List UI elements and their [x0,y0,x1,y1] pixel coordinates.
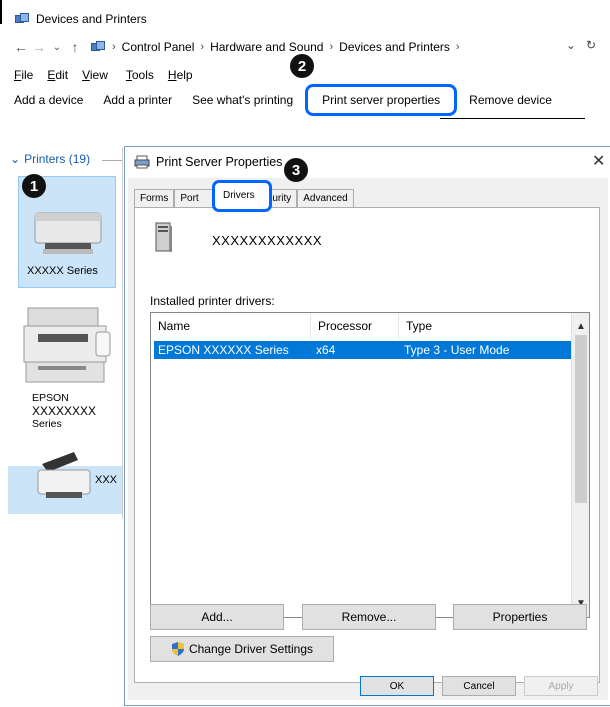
refresh-icon[interactable]: ↻ [586,38,596,52]
printer-1-label: XXXXX Series [27,265,98,277]
column-type[interactable]: Type [399,313,571,339]
scroll-thumb[interactable] [575,335,587,503]
uac-shield-icon [171,642,184,656]
printer-small-icon [134,155,150,169]
drivers-list[interactable]: Name Processor Type EPSON XXXXXX Series … [150,312,590,618]
breadcrumb: › Control Panel › Hardware and Sound › D… [90,40,460,54]
printer-2-label-line2: XXXXXXXX [32,404,97,418]
tab-drivers[interactable]: Drivers [212,180,272,212]
tab-forms[interactable]: Forms [134,189,175,207]
breadcrumb-separator-icon[interactable]: › [329,41,333,53]
add-driver-button[interactable]: Add... [150,604,284,630]
row-name: EPSON XXXXXX Series [158,343,289,357]
see-printing-button[interactable]: See what's printing [192,93,293,107]
menu-edit[interactable]: Edit [47,68,68,82]
control-panel-icon [90,40,106,54]
printer-icon [34,212,102,254]
printer-3-label: XXX [95,474,118,486]
column-processor[interactable]: Processor [311,313,399,339]
step-badge-1: 1 [22,174,46,198]
change-driver-settings-button[interactable]: Change Driver Settings [150,636,334,662]
toolbar-divider [440,118,585,119]
menu-bar: File Edit View Tools Help [14,68,193,82]
printer-2-label: EPSON XXXXXXXX Series [32,392,96,431]
window-title-bar: Devices and Printers [14,12,147,26]
pane-divider [122,148,123,518]
list-header: Name Processor Type [151,313,571,339]
print-server-properties-button[interactable]: Print server properties [305,84,458,116]
tab-advanced[interactable]: Advanced [297,189,354,207]
step-badge-3: 3 [284,158,308,182]
menu-help[interactable]: Help [168,68,193,82]
scrollbar[interactable]: ▲ ▼ [571,313,589,617]
installed-drivers-label: Installed printer drivers: [150,294,275,308]
printer-2-label-line3: Series [32,418,62,430]
printers-group-header[interactable]: ⌄ Printers (19) [10,152,90,166]
recent-chevron-icon[interactable]: ⌄ [48,42,66,53]
scroll-up-icon[interactable]: ▲ [576,321,586,332]
printers-group-label: Printers (19) [24,152,91,166]
step-badge-2: 2 [290,54,314,78]
breadcrumb-hardware-sound[interactable]: Hardware and Sound [210,40,323,54]
server-icon [155,222,172,252]
add-printer-button[interactable]: Add a printer [103,93,172,107]
multifunction-printer-icon[interactable] [18,304,114,386]
menu-file[interactable]: File [14,68,33,82]
up-arrow-icon[interactable]: ↑ [66,39,84,55]
window-left-border [0,0,2,24]
change-driver-settings-label: Change Driver Settings [188,642,314,656]
dialog-title: Print Server Properties [156,155,283,169]
menu-view[interactable]: View [82,68,108,82]
command-toolbar: Add a device Add a printer See what's pr… [14,84,572,116]
driver-properties-button[interactable]: Properties [453,604,587,630]
remove-device-button[interactable]: Remove device [469,93,552,107]
table-row[interactable]: EPSON XXXXXX Series x64 Type 3 - User Mo… [154,341,571,359]
breadcrumb-separator-icon[interactable]: › [456,41,460,53]
remove-driver-button[interactable]: Remove... [302,604,436,630]
dialog-title-bar: Print Server Properties [134,155,282,169]
breadcrumb-separator-icon[interactable]: › [112,41,116,53]
breadcrumb-devices-printers[interactable]: Devices and Printers [339,40,450,54]
server-name: XXXXXXXXXXXX [212,233,323,248]
group-header-line [102,160,122,161]
ok-button[interactable]: OK [360,676,434,696]
address-dropdown-icon[interactable]: ⌄ [566,38,576,52]
row-processor: x64 [316,343,336,357]
chevron-down-icon: ⌄ [10,152,21,166]
add-device-button[interactable]: Add a device [14,93,83,107]
window-title: Devices and Printers [36,12,147,26]
close-icon[interactable]: ✕ [592,151,605,171]
back-arrow-icon[interactable]: ← [12,39,30,55]
devices-printers-icon [14,12,30,26]
printer-3-icon [37,452,91,498]
address-actions: ⌄ ↻ [566,38,596,52]
menu-tools[interactable]: Tools [126,68,154,82]
row-type: Type 3 - User Mode [404,343,510,357]
breadcrumb-control-panel[interactable]: Control Panel [122,40,195,54]
apply-button[interactable]: Apply [524,676,598,696]
breadcrumb-separator-icon[interactable]: › [200,41,204,53]
cancel-button[interactable]: Cancel [442,676,516,696]
forward-arrow-icon[interactable]: → [30,39,48,55]
column-name[interactable]: Name [151,313,311,339]
